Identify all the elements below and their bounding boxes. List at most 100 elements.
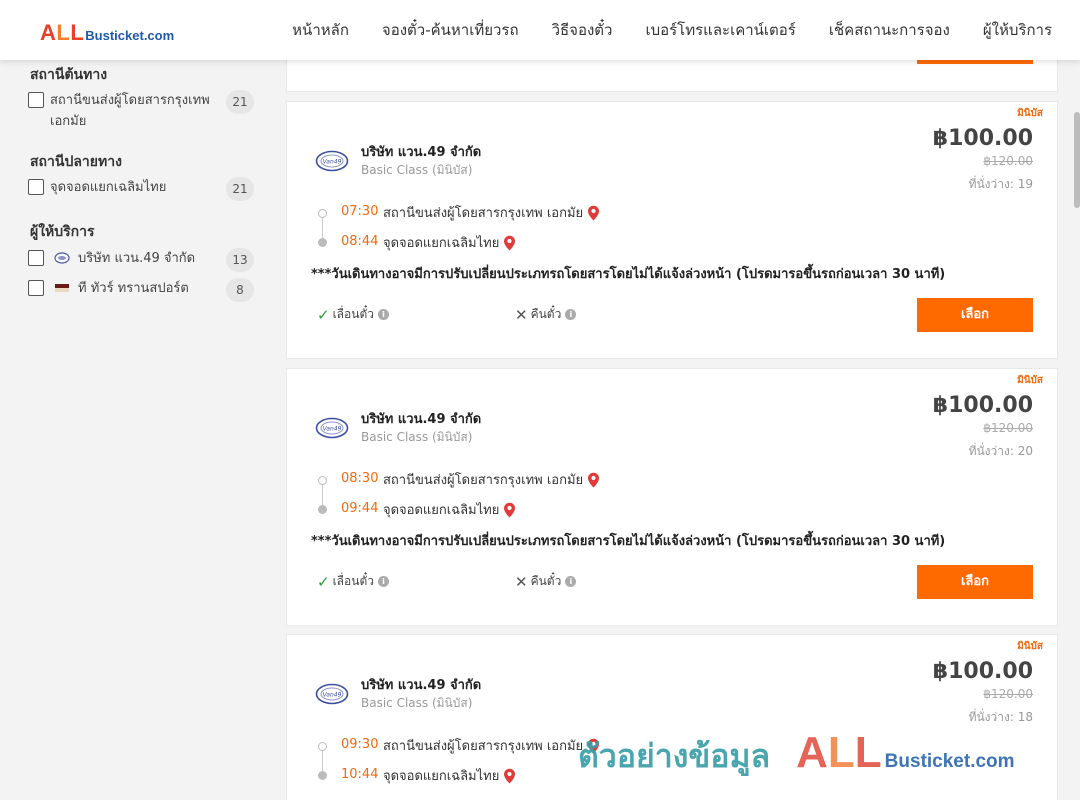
postpone-label: เลื่อนตั๋ว [332, 574, 374, 588]
timeline-end-dot [318, 505, 327, 514]
trip-card: มินิบัส Van49 บริษัท แวน.49 จำกัด Basic … [286, 368, 1058, 626]
svg-text:Van49: Van49 [323, 426, 342, 433]
postpone-label: เลื่อนตั๋ว [332, 307, 374, 321]
nav-book-search[interactable]: จองตั๋ว-ค้นหาเที่ยวรถ [382, 18, 519, 42]
van-company-logo-icon [54, 252, 70, 264]
map-pin-icon[interactable] [587, 738, 600, 754]
service-class: Basic Class (มินิบัส) [361, 696, 473, 710]
logo-letter: L [70, 20, 85, 45]
depart-place-label: สถานีขนส่งผู้โดยสารกรุงเทพ เอกมัย [383, 739, 584, 754]
origin-label-line1: สถานีขนส่งผู้โดยสารกรุงเทพ [50, 93, 210, 108]
postpone-policy[interactable]: ✓ เลื่อนตั๋ว i [317, 305, 389, 324]
provider-checkbox[interactable] [28, 280, 44, 296]
vehicle-type-tag: มินิบัส [1017, 641, 1043, 652]
arrive-place[interactable]: จุดจอดแยกเฉลิมไทย [383, 499, 516, 520]
arrive-place-label: จุดจอดแยกเฉลิมไทย [383, 236, 500, 251]
refund-policy[interactable]: ✕ คืนตั๋ว i [515, 572, 577, 591]
logo-all: ALL [40, 20, 84, 46]
depart-time: 07:30 [341, 204, 379, 219]
arrive-place[interactable]: จุดจอดแยกเฉลิมไทย [383, 765, 516, 786]
site-header: ALL Busticket.com หน้าหลัก จองตั๋ว-ค้นหา… [0, 0, 1080, 60]
map-pin-icon[interactable] [503, 235, 516, 251]
timeline-start-dot [318, 476, 327, 485]
nav-contact[interactable]: เบอร์โทรและเคาน์เตอร์ [645, 18, 795, 42]
filter-sidebar: สถานีต้นทาง สถานีขนส่งผู้โดยสารกรุงเทพ เ… [0, 60, 270, 800]
timeline-start-dot [318, 209, 327, 218]
arrive-time: 09:44 [341, 501, 379, 516]
refund-policy[interactable]: ✕ คืนตั๋ว i [515, 305, 577, 324]
company-logo-icon: Van49 [315, 417, 349, 439]
service-class: Basic Class (มินิบัส) [361, 163, 473, 177]
select-button[interactable]: เลือก [917, 298, 1033, 332]
provider-checkbox[interactable] [28, 250, 44, 266]
nav-how-to-book[interactable]: วิธีจองตั๋ว [552, 18, 613, 42]
depart-place-label: สถานีขนส่งผู้โดยสารกรุงเทพ เอกมัย [383, 473, 584, 488]
arrive-place[interactable]: จุดจอดแยกเฉลิมไทย [383, 232, 516, 253]
map-pin-icon[interactable] [503, 502, 516, 518]
destination-count-badge: 21 [226, 177, 254, 201]
tt-transport-logo-icon [55, 284, 69, 292]
arrive-time: 08:44 [341, 234, 379, 249]
info-icon[interactable]: i [565, 309, 577, 320]
destination-checkbox[interactable] [28, 179, 44, 195]
check-icon: ✓ [317, 572, 330, 591]
info-icon[interactable]: i [377, 309, 389, 320]
original-price: ฿120.00 [983, 687, 1033, 701]
price: ฿100.00 [932, 393, 1033, 418]
origin-filter-option[interactable]: สถานีขนส่งผู้โดยสารกรุงเทพ เอกมัย 21 [28, 90, 254, 134]
company-name: บริษัท แวน.49 จำกัด [361, 412, 482, 427]
logo-domain: Busticket.com [85, 28, 175, 43]
refund-label: คืนตั๋ว [530, 574, 562, 588]
destination-filter-title: สถานีปลายทาง [30, 154, 122, 170]
info-icon[interactable]: i [565, 576, 577, 587]
info-icon[interactable]: i [377, 576, 389, 587]
origin-count-badge: 21 [226, 90, 254, 114]
nav-providers[interactable]: ผู้ให้บริการ [983, 18, 1052, 42]
depart-time: 08:30 [341, 471, 379, 486]
map-pin-icon[interactable] [503, 768, 516, 784]
origin-filter-title: สถานีต้นทาง [30, 67, 108, 83]
timeline-end-dot [318, 771, 327, 780]
svg-text:Van49: Van49 [323, 692, 342, 699]
trip-note: ***วันเดินทางอาจมีการปรับเปลี่ยนประเภทรถ… [311, 534, 946, 549]
select-button[interactable]: เลือก [917, 565, 1033, 599]
origin-checkbox[interactable] [28, 92, 44, 108]
price: ฿100.00 [932, 659, 1033, 684]
depart-time: 09:30 [341, 737, 379, 752]
trip-note: ***วันเดินทางอาจมีการปรับเปลี่ยนประเภทรถ… [311, 267, 946, 282]
provider-filter-option[interactable]: ที ทัวร์ ทรานสปอร์ต 8 [28, 278, 254, 302]
company-name: บริษัท แวน.49 จำกัด [361, 145, 482, 160]
provider-count-badge: 8 [226, 278, 254, 302]
nav-home[interactable]: หน้าหลัก [292, 18, 349, 42]
original-price: ฿120.00 [983, 154, 1033, 168]
scrollbar-thumb[interactable] [1074, 112, 1080, 208]
depart-place[interactable]: สถานีขนส่งผู้โดยสารกรุงเทพ เอกมัย [383, 469, 600, 490]
provider-label: บริษัท แวน.49 จำกัด [78, 251, 196, 266]
svg-text:Van49: Van49 [323, 159, 342, 166]
x-icon: ✕ [515, 305, 528, 324]
depart-place[interactable]: สถานีขนส่งผู้โดยสารกรุงเทพ เอกมัย [383, 735, 600, 756]
arrive-time: 10:44 [341, 767, 379, 782]
original-price: ฿120.00 [983, 421, 1033, 435]
provider-label: ที ทัวร์ ทรานสปอร์ต [78, 281, 189, 296]
nav-check-status[interactable]: เช็คสถานะการจอง [829, 18, 950, 42]
trip-card-partial [286, 58, 1058, 92]
check-icon: ✓ [317, 305, 330, 324]
main-nav: หน้าหลัก จองตั๋ว-ค้นหาเที่ยวรถ วิธีจองตั… [259, 0, 1052, 60]
provider-count-badge: 13 [226, 248, 254, 272]
seats-available: ที่นั่งว่าง: 18 [968, 710, 1033, 724]
service-class: Basic Class (มินิบัส) [361, 430, 473, 444]
logo-letter: L [56, 20, 71, 45]
map-pin-icon[interactable] [587, 472, 600, 488]
map-pin-icon[interactable] [587, 205, 600, 221]
site-logo[interactable]: ALL Busticket.com [40, 20, 174, 46]
timeline-start-dot [318, 742, 327, 751]
price: ฿100.00 [932, 126, 1033, 151]
destination-filter-option[interactable]: จุดจอดแยกเฉลิมไทย 21 [28, 177, 254, 201]
vehicle-type-tag: มินิบัส [1017, 108, 1043, 119]
company-name: บริษัท แวน.49 จำกัด [361, 678, 482, 693]
postpone-policy[interactable]: ✓ เลื่อนตั๋ว i [317, 572, 389, 591]
depart-place[interactable]: สถานีขนส่งผู้โดยสารกรุงเทพ เอกมัย [383, 202, 600, 223]
provider-filter-option[interactable]: บริษัท แวน.49 จำกัด 13 [28, 248, 254, 272]
vehicle-type-tag: มินิบัส [1017, 375, 1043, 386]
